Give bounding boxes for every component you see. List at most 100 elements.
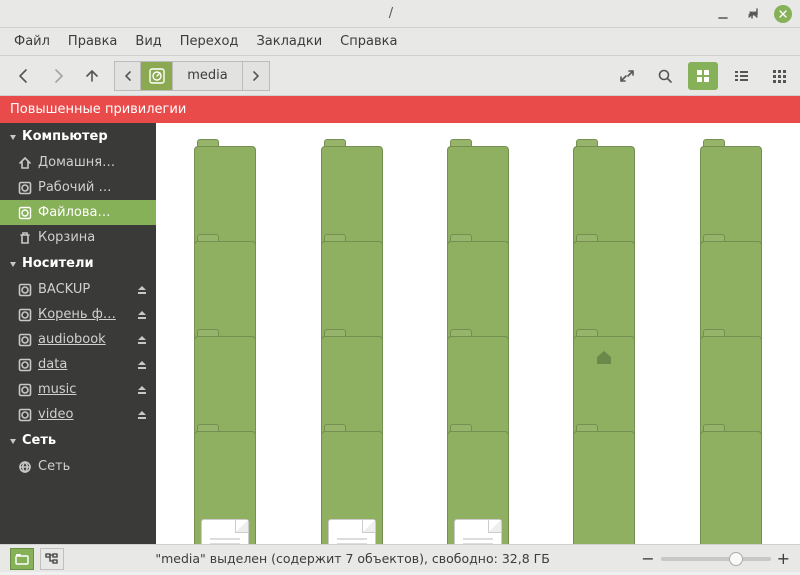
menu-help[interactable]: Справка (332, 30, 405, 53)
toggle-location-button[interactable] (612, 62, 642, 90)
close-icon (774, 5, 792, 23)
sidebar-item[interactable]: Корень ф… (0, 302, 156, 327)
search-button[interactable] (650, 62, 680, 90)
folder-item[interactable]: run (672, 329, 790, 406)
folder-item[interactable]: srv (293, 424, 411, 501)
folder-item[interactable]: etc (672, 139, 790, 216)
tree-toggle[interactable] (40, 548, 64, 570)
sidebar-item-label: video (38, 407, 150, 422)
disk-icon (149, 68, 165, 84)
minimize-button[interactable] (714, 5, 732, 23)
eject-icon[interactable] (136, 334, 148, 346)
disk-icon (18, 333, 32, 347)
sidebar-item[interactable]: Корзина (0, 225, 156, 250)
compact-icon (771, 68, 787, 84)
folder-item[interactable]: media (672, 234, 790, 311)
disk-icon (18, 206, 32, 220)
eject-icon[interactable] (136, 359, 148, 371)
sidebar-item[interactable]: video (0, 402, 156, 427)
sidebar-section-header[interactable]: Сеть (0, 427, 156, 454)
sidebar-item-label: audiobook (38, 332, 150, 347)
folder-item[interactable]: boot (293, 139, 411, 216)
path-prev[interactable] (115, 62, 141, 90)
window-title: / (68, 6, 714, 21)
folder-item[interactable]: lib64 (545, 234, 663, 311)
sidebar-item[interactable]: Рабочий … (0, 175, 156, 200)
folder-icon (573, 234, 635, 284)
sidebar-item[interactable]: audiobook (0, 327, 156, 352)
close-button[interactable] (774, 5, 792, 23)
zoom-control: − + (641, 549, 790, 568)
folder-icon (321, 424, 383, 474)
file-item[interactable] (166, 519, 284, 544)
maximize-button[interactable] (744, 5, 762, 23)
menu-go[interactable]: Переход (172, 30, 247, 53)
list-view-button[interactable] (726, 62, 756, 90)
menu-file[interactable]: Файл (6, 30, 58, 53)
menu-view[interactable]: Вид (127, 30, 169, 53)
eject-icon[interactable] (136, 309, 148, 321)
folder-icon (447, 139, 509, 189)
folder-item[interactable]: tmp (545, 424, 663, 501)
zoom-slider[interactable] (661, 557, 771, 561)
folder-item[interactable]: mnt (166, 329, 284, 406)
folder-content[interactable]: binbootcdromdevetc homeliblib32lib64media… (156, 123, 800, 544)
folder-icon (700, 139, 762, 189)
sidebar-item[interactable]: Домашня… (0, 150, 156, 175)
path-next[interactable] (243, 62, 269, 90)
sidebar-item[interactable]: music (0, 377, 156, 402)
folder-item[interactable]: proc (419, 329, 537, 406)
eject-icon[interactable] (136, 409, 148, 421)
folder-icon (321, 139, 383, 189)
nav-forward[interactable] (48, 66, 68, 86)
sidebar-item[interactable]: BACKUP (0, 277, 156, 302)
sidebar-section-header[interactable]: Компьютер (0, 123, 156, 150)
nav-up[interactable] (82, 66, 102, 86)
folder-item[interactable]: sys (419, 424, 537, 501)
folder-item[interactable]: lib32 (419, 234, 537, 311)
folder-icon (321, 234, 383, 284)
disk-icon (18, 408, 32, 422)
folder-item[interactable]: lib (293, 234, 411, 311)
folder-item[interactable]: home (166, 234, 284, 311)
nav-back[interactable] (14, 66, 34, 86)
folder-item[interactable]: cdrom (419, 139, 537, 216)
sidebar-item[interactable]: Сеть (0, 454, 156, 479)
zoom-out[interactable]: − (641, 549, 654, 568)
sidebar-item-label: Домашня… (38, 155, 150, 170)
disk-icon (18, 308, 32, 322)
folder-item[interactable]: usr (672, 424, 790, 501)
icon-view-button[interactable] (688, 62, 718, 90)
file-icon (201, 519, 249, 544)
places-toggle[interactable] (10, 548, 34, 570)
folder-item[interactable]: opt (293, 329, 411, 406)
eject-icon[interactable] (136, 284, 148, 296)
folder-item[interactable]: root (545, 329, 663, 406)
menubar: Файл Правка Вид Переход Закладки Справка (0, 28, 800, 56)
eject-icon[interactable] (136, 384, 148, 396)
sidebar-section-header[interactable]: Носители (0, 250, 156, 277)
folder-item[interactable]: sbin (166, 424, 284, 501)
grid-icon (695, 68, 711, 84)
folder-icon (447, 234, 509, 284)
compact-view-button[interactable] (764, 62, 794, 90)
file-item[interactable] (293, 519, 411, 544)
network-icon (18, 460, 32, 474)
path-current[interactable]: media (173, 62, 243, 90)
folder-item[interactable]: dev (545, 139, 663, 216)
sidebar-item-label: Сеть (38, 459, 150, 474)
trash-icon (18, 231, 32, 245)
sidebar-item[interactable]: data (0, 352, 156, 377)
sidebar-item-label: Корзина (38, 230, 150, 245)
folder-item[interactable]: bin (166, 139, 284, 216)
folder-icon (700, 424, 762, 474)
path-root[interactable] (141, 62, 173, 90)
menu-bookmarks[interactable]: Закладки (248, 30, 330, 53)
status-text: "media" выделен (содержит 7 объектов), с… (64, 551, 641, 566)
zoom-in[interactable]: + (777, 549, 790, 568)
sidebar-item-label: Файлова… (38, 205, 150, 220)
sidebar-item-label: BACKUP (38, 282, 150, 297)
sidebar-item[interactable]: Файлова… (0, 200, 156, 225)
menu-edit[interactable]: Правка (60, 30, 125, 53)
file-item[interactable] (419, 519, 537, 544)
